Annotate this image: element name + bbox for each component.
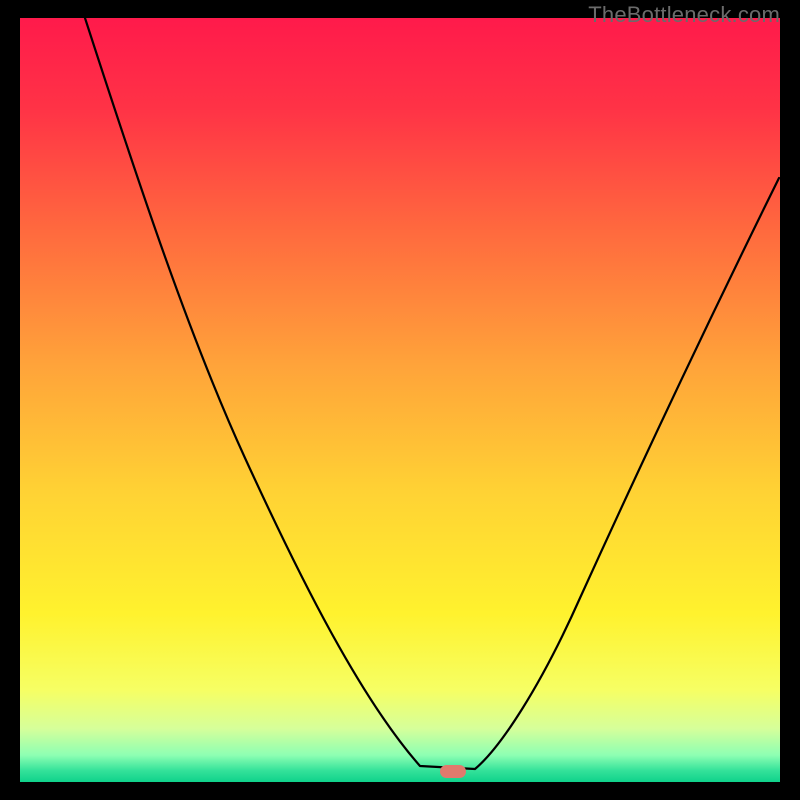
chart-container: TheBottleneck.com xyxy=(0,0,800,800)
chart-svg xyxy=(20,18,780,782)
watermark-text: TheBottleneck.com xyxy=(588,2,780,28)
optimal-marker xyxy=(440,765,466,778)
plot-area xyxy=(20,18,780,782)
gradient-background xyxy=(20,18,780,782)
